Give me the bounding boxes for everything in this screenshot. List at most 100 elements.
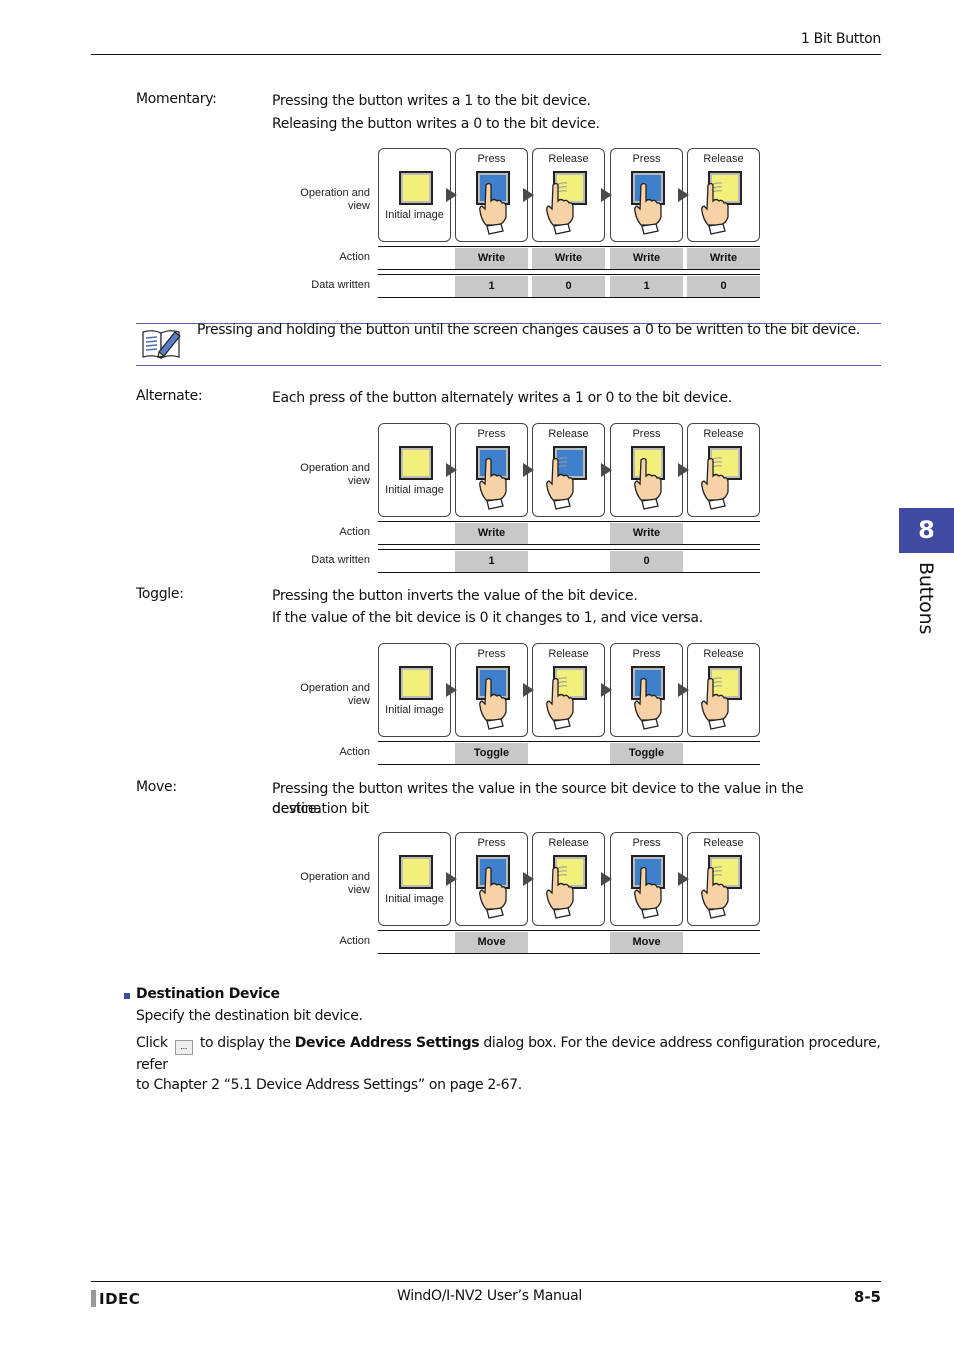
toggle-line-2: If the value of the bit device is 0 it c… xyxy=(272,610,703,626)
data-written-cell: 1 xyxy=(455,551,528,572)
action-label: Action xyxy=(339,526,370,538)
step-panel-release: Release xyxy=(687,832,760,926)
action-label: Action xyxy=(339,746,370,758)
label-line: Operation and xyxy=(300,187,370,199)
step-label: Press xyxy=(477,648,506,660)
note-text: Pressing and holding the button until th… xyxy=(197,322,860,338)
browse-button[interactable]: ... xyxy=(174,1040,193,1055)
pressing-hand-icon xyxy=(472,863,512,919)
toggle-term: Toggle: xyxy=(136,586,184,602)
pressing-hand-icon xyxy=(472,179,512,235)
initial-image-label: Initial image xyxy=(385,484,444,496)
releasing-hand-icon xyxy=(539,454,579,510)
note-bottom-divider xyxy=(136,365,881,366)
next-step-arrow-icon xyxy=(523,188,534,202)
move-term: Move: xyxy=(136,779,177,795)
row-bottom-rule xyxy=(378,544,760,545)
step-label: Release xyxy=(548,837,589,849)
row-bottom-rule xyxy=(378,764,760,765)
label-line: Operation and xyxy=(300,871,370,883)
manual-title: WindO/I-NV2 User’s Manual xyxy=(397,1288,582,1304)
data-written-label: Data written xyxy=(311,554,370,566)
action-cell: Toggle xyxy=(610,743,683,764)
releasing-hand-icon xyxy=(539,674,579,730)
data-written-cell: 0 xyxy=(532,276,605,297)
data-written-cell: 0 xyxy=(610,551,683,572)
next-step-arrow-icon xyxy=(678,463,689,477)
move-line-2: device. xyxy=(272,801,321,817)
next-step-arrow-icon xyxy=(678,683,689,697)
step-label: Press xyxy=(477,153,506,165)
page-number: 8-5 xyxy=(853,1288,881,1306)
yellow-button-image-icon xyxy=(399,446,433,480)
chapter-reference: to Chapter 2 “5.1 Device Address Setting… xyxy=(136,1077,522,1093)
chapter-label-text: Buttons xyxy=(915,562,937,635)
move-diagram: Operation and view Initial image Press Relea… xyxy=(280,832,770,957)
label-line: view xyxy=(347,200,370,212)
logo-text: IDEC xyxy=(99,1290,141,1308)
pressing-hand-icon xyxy=(627,179,667,235)
alternate-line-1: Each press of the button alternately wri… xyxy=(272,390,732,406)
toggle-line-1: Pressing the button inverts the value of… xyxy=(272,588,638,604)
idec-logo: IDEC xyxy=(91,1290,140,1308)
step-label: Press xyxy=(632,153,661,165)
initial-image-label: Initial image xyxy=(385,893,444,905)
notebook-pencil-icon xyxy=(141,326,183,360)
step-panel-press: Press xyxy=(455,643,528,737)
action-cell: Write xyxy=(455,523,528,544)
initial-image-panel: Initial image xyxy=(378,832,451,926)
label-line: view xyxy=(347,695,370,707)
row-bottom-rule xyxy=(378,297,760,298)
initial-image-panel: Initial image xyxy=(378,643,451,737)
momentary-line-2: Releasing the button writes a 0 to the b… xyxy=(272,116,600,132)
step-label: Press xyxy=(477,837,506,849)
step-panel-press: Press xyxy=(455,832,528,926)
step-panel-press: Press xyxy=(610,148,683,242)
data-written-cell: 0 xyxy=(687,276,760,297)
label-line: Operation and xyxy=(300,462,370,474)
next-step-arrow-icon xyxy=(678,188,689,202)
click-text: Click xyxy=(136,1035,168,1051)
action-cell: Write xyxy=(610,248,683,269)
action-cell: Write xyxy=(687,248,760,269)
action-row: Move Move xyxy=(378,930,760,954)
step-label: Release xyxy=(703,428,744,440)
step-panel-release: Release xyxy=(532,148,605,242)
operation-and-view-label: Operation and view xyxy=(280,462,370,488)
next-step-arrow-icon xyxy=(601,872,612,886)
action-label: Action xyxy=(339,251,370,263)
momentary-line-1: Pressing the button writes a 1 to the bi… xyxy=(272,93,591,109)
yellow-button-image-icon xyxy=(399,666,433,700)
row-bottom-rule xyxy=(378,953,760,954)
data-written-label: Data written xyxy=(311,279,370,291)
step-panel-release: Release xyxy=(687,148,760,242)
initial-image-label: Initial image xyxy=(385,209,444,221)
destination-click-paragraph: Click ... to display the Device Address … xyxy=(136,1033,886,1095)
step-label: Release xyxy=(703,837,744,849)
yellow-button-image-icon xyxy=(399,855,433,889)
releasing-hand-icon xyxy=(539,179,579,235)
label-line: Operation and xyxy=(300,682,370,694)
to-display-text: to display the xyxy=(199,1035,291,1051)
releasing-hand-icon xyxy=(694,863,734,919)
action-label: Action xyxy=(339,935,370,947)
operation-and-view-label: Operation and view xyxy=(280,682,370,708)
toggle-diagram: Operation and view Initial image Press Relea… xyxy=(280,643,770,768)
chapter-tab-number[interactable]: 8 xyxy=(899,508,954,553)
releasing-hand-icon xyxy=(694,179,734,235)
action-cell: Write xyxy=(610,523,683,544)
next-step-arrow-icon xyxy=(446,188,457,202)
releasing-hand-icon xyxy=(694,674,734,730)
pressing-hand-icon xyxy=(472,674,512,730)
initial-image-label: Initial image xyxy=(385,704,444,716)
row-top-rule xyxy=(378,549,760,550)
row-top-rule xyxy=(378,521,760,522)
action-cell: Toggle xyxy=(455,743,528,764)
yellow-button-image-icon xyxy=(399,171,433,205)
label-line: view xyxy=(347,475,370,487)
step-panel-press: Press xyxy=(610,423,683,517)
momentary-term: Momentary: xyxy=(136,91,217,107)
operation-and-view-label: Operation and view xyxy=(280,871,370,897)
action-row: Write Write Write Write xyxy=(378,246,760,270)
step-panel-release: Release xyxy=(687,643,760,737)
